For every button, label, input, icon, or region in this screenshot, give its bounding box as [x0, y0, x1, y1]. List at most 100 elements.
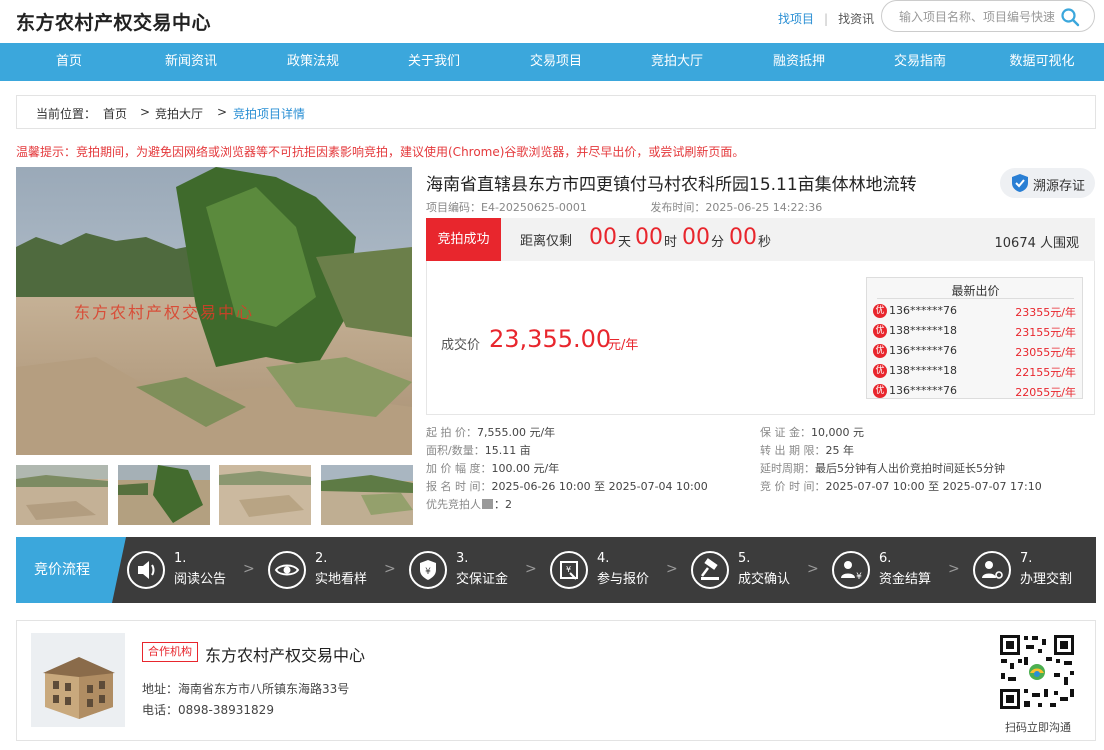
- term-value: 25 年: [825, 444, 855, 457]
- bidtime-label: 竞 价 时 间：: [760, 480, 826, 493]
- bidder-name: 136******76: [889, 344, 957, 357]
- bidding-process: 竞价流程 1. 阅读公告 > 2. 实地看样 > ¥ 3. 交保证金 > ¥ 4…: [16, 537, 1096, 603]
- latest-bids: 最新出价 优 136******76 23355元/年 优 138******18 23…: [866, 277, 1083, 399]
- viewer-count: 10674 人围观: [994, 236, 1080, 251]
- trace-button[interactable]: 溯源存证: [1000, 168, 1095, 198]
- step-confirm-deal: 5. 成交确认: [691, 549, 811, 591]
- priority-bidder: 优先竞拍人 ：2: [426, 496, 512, 512]
- chevron-right-icon: >: [807, 561, 819, 577]
- svg-text:¥: ¥: [425, 567, 431, 577]
- signup-label: 报 名 时 间：: [426, 480, 492, 493]
- divider: [877, 298, 1074, 299]
- breadcrumb: 当前位置： 首页 > 竞拍大厅 > 竞拍项目详情: [16, 95, 1096, 129]
- priority-tag: 优: [873, 324, 887, 338]
- bidtime-value: 2025-07-07 10:00 至 2025-07-07 17:10: [825, 480, 1042, 493]
- main-nav: 首页 新闻资讯 政策法规 关于我们 交易项目 竞拍大厅 融资抵押 交易指南 数据…: [0, 43, 1104, 81]
- nav-finance[interactable]: 融资抵押: [739, 43, 859, 81]
- find-project-link[interactable]: 找项目: [778, 10, 814, 27]
- latest-bids-title: 最新出价: [951, 284, 1000, 298]
- image-watermark: 东方农村产权交易中心: [74, 303, 255, 322]
- speaker-icon: [127, 551, 165, 589]
- priority-label: 优先竞拍人: [426, 498, 481, 511]
- breadcrumb-hall[interactable]: 竞拍大厅: [155, 105, 203, 122]
- nav-home[interactable]: 首页: [9, 43, 129, 81]
- step-number: 6.: [879, 551, 892, 566]
- deal-price-label: 成交价: [441, 338, 481, 353]
- bid-price: 23155元/年: [1015, 326, 1076, 339]
- countdown-minutes: 00: [682, 225, 710, 250]
- chevron-right-icon: >: [525, 561, 537, 577]
- step-number: 5.: [738, 551, 751, 566]
- bid-time: 竞 价 时 间：2025-07-07 10:00 至 2025-07-07 17…: [760, 478, 1042, 494]
- thumbnail-3[interactable]: [219, 465, 311, 525]
- chevron-right-icon: >: [666, 561, 678, 577]
- gavel-icon: [691, 551, 729, 589]
- nav-news[interactable]: 新闻资讯: [131, 43, 251, 81]
- auction-status-bar: 竞拍成功 距离仅剩 00 天 00 时 00 分 00 秒 10674 人围观: [426, 218, 1095, 261]
- step-number: 3.: [456, 551, 469, 566]
- bid-row: 优 138******18 23155元/年: [873, 322, 1078, 340]
- deal-price-unit: 元/年: [608, 338, 639, 353]
- signup-value: 2025-06-26 10:00 至 2025-07-04 10:00: [491, 480, 708, 493]
- step-site-visit: 2. 实地看样: [268, 549, 388, 591]
- minutes-unit: 分: [711, 235, 725, 250]
- trace-label: 溯源存证: [1033, 179, 1086, 194]
- nav-guide[interactable]: 交易指南: [860, 43, 980, 81]
- thumbnail-4[interactable]: [321, 465, 413, 525]
- thumbnail-2[interactable]: [118, 465, 210, 525]
- breadcrumb-sep: >: [140, 105, 151, 119]
- step-number: 1.: [174, 551, 187, 566]
- deposit: 保 证 金：10,000 元: [760, 424, 864, 440]
- building-image: [31, 633, 125, 727]
- area: 面积/数量：15.11 亩: [426, 442, 531, 458]
- step-label: 成交确认: [738, 572, 791, 587]
- countdown-hours: 00: [635, 225, 663, 250]
- step-read-notice: 1. 阅读公告: [127, 549, 247, 591]
- days-unit: 天: [618, 235, 632, 250]
- signup-time: 报 名 时 间：2025-06-26 10:00 至 2025-07-04 10…: [426, 478, 708, 494]
- info-icon[interactable]: [482, 499, 493, 509]
- deposit-value: 10,000 元: [811, 426, 864, 439]
- project-main-image[interactable]: 东方农村产权交易中心: [16, 167, 412, 455]
- step-label: 阅读公告: [174, 572, 227, 587]
- start-price-label: 起 拍 价：: [426, 426, 477, 439]
- breadcrumb-current: 竞拍项目详情: [233, 107, 306, 121]
- nav-projects[interactable]: 交易项目: [496, 43, 616, 81]
- site-logo[interactable]: 东方农村产权交易中心: [16, 8, 211, 35]
- bid-document-icon: ¥: [550, 551, 588, 589]
- priority-tag: 优: [873, 384, 887, 398]
- priority-value: ：2: [494, 498, 512, 511]
- bid-price: 23055元/年: [1015, 346, 1076, 359]
- search-icon[interactable]: [1060, 7, 1080, 27]
- thumbnail-1[interactable]: [16, 465, 108, 525]
- project-code: 项目编码：E4-20250625-0001: [426, 201, 587, 214]
- user-search-icon: [973, 551, 1011, 589]
- bidder-name: 136******76: [889, 304, 957, 317]
- publish-time: 发布时间：2025-06-25 14:22:36: [650, 201, 823, 214]
- bidder-name: 138******18: [889, 364, 957, 377]
- increment-value: 100.00 元/年: [491, 462, 560, 475]
- step-number: 4.: [597, 551, 610, 566]
- nav-data-viz[interactable]: 数据可视化: [982, 43, 1102, 81]
- breadcrumb-sep: >: [217, 105, 228, 119]
- nav-auction-hall[interactable]: 竞拍大厅: [617, 43, 737, 81]
- step-label: 办理交割: [1020, 572, 1073, 587]
- nav-policy[interactable]: 政策法规: [253, 43, 373, 81]
- step-settlement: ¥ 6. 资金结算: [832, 549, 952, 591]
- start-price-value: 7,555.00 元/年: [477, 426, 556, 439]
- bid-price: 23355元/年: [1015, 306, 1076, 319]
- shield-check-icon: [1012, 174, 1028, 192]
- eye-icon: [268, 551, 306, 589]
- bid-price: 22155元/年: [1015, 366, 1076, 379]
- bid-row: 优 138******18 22155元/年: [873, 362, 1078, 380]
- nav-about[interactable]: 关于我们: [374, 43, 494, 81]
- find-news-link[interactable]: 找资讯: [838, 10, 874, 27]
- delay-label: 延时周期：: [760, 462, 815, 475]
- transfer-term: 转 出 期 限：25 年: [760, 442, 854, 458]
- chevron-right-icon: >: [243, 561, 255, 577]
- breadcrumb-home[interactable]: 首页: [103, 105, 127, 122]
- step-bid: ¥ 4. 参与报价: [550, 549, 670, 591]
- header: 东方农村产权交易中心 找项目 | 找资讯: [0, 0, 1104, 42]
- delay-period: 延时周期：最后5分钟有人出价竞拍时间延长5分钟: [760, 460, 1005, 476]
- search-input[interactable]: [899, 8, 1059, 26]
